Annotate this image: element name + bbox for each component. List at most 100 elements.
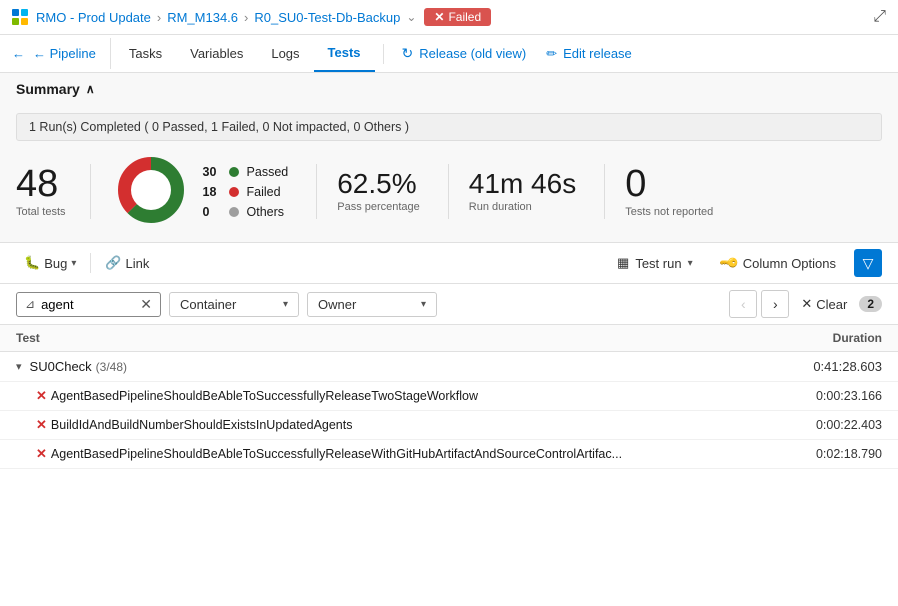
total-tests-number: 48 [16,165,66,203]
row-test-3: ✕ AgentBasedPipelineShouldBeAbleToSucces… [36,446,782,462]
run-duration-label: Run duration [469,201,576,213]
run-info-bar: 1 Run(s) Completed ( 0 Passed, 1 Failed,… [16,113,882,141]
owner-dropdown-icon: ▾ [421,299,426,310]
release-old-view-btn[interactable]: ↻ Release (old view) [392,37,537,70]
filter-nav: ‹ › ✕ Clear 2 [729,290,882,318]
legend-others-count: 0 [203,205,221,219]
group-toggle-icon[interactable]: ▾ [16,360,22,373]
row-duration-3: 0:02:18.790 [782,447,882,461]
table-header-row: Test Duration [0,325,898,352]
refresh-icon: ↻ [402,45,414,62]
filter-prev-btn[interactable]: ‹ [729,290,757,318]
not-reported-block: 0 Tests not reported [625,165,713,218]
link-label: Link [126,256,150,271]
owner-label: Owner [318,297,356,312]
not-reported-label: Tests not reported [625,206,713,218]
tab-tasks[interactable]: Tasks [115,36,176,71]
pipeline-back-btn[interactable]: ← ← Pipeline [12,38,111,69]
stats-row: 48 Total tests 30 Passed [16,155,882,228]
table-area: Test Duration ▾ SU0Check (3/48) 0:41:28.… [0,325,898,469]
table-group-row[interactable]: ▾ SU0Check (3/48) 0:41:28.603 [0,352,898,382]
nav-divider [383,44,384,64]
toolbar-divider-1 [90,253,91,273]
breadcrumb: RMO - Prod Update › RM_M134.6 › R0_SU0-T… [36,10,416,25]
test-run-label: Test run [635,256,681,271]
filter-count-badge: 2 [859,296,882,312]
toolbar-right: ▦ Test run ▾ 🔑 Column Options ▽ [607,249,882,277]
group-count: (3/48) [96,360,127,374]
bug-button[interactable]: 🐛 Bug ▾ [16,251,84,275]
container-dropdown[interactable]: Container ▾ [169,292,299,317]
clear-filter-btn[interactable]: ✕ Clear [793,292,855,316]
bug-icon: 🐛 [24,255,40,271]
link-button[interactable]: 🔗 Link [97,251,157,275]
summary-header[interactable]: Summary ∧ [0,73,898,105]
summary-body: 1 Run(s) Completed ( 0 Passed, 1 Failed,… [0,105,898,242]
stat-divider-2 [316,164,317,219]
search-clear-icon[interactable]: ✕ [140,296,152,313]
container-dropdown-icon: ▾ [283,299,288,310]
legend-failed: 18 Failed [203,185,289,199]
pass-pct-number: 62.5% [337,170,420,198]
test-name-3: AgentBasedPipelineShouldBeAbleToSuccessf… [51,447,622,461]
clear-x-icon: ✕ [801,296,812,312]
container-label: Container [180,297,236,312]
breadcrumb-stage[interactable]: R0_SU0-Test-Db-Backup [254,10,400,25]
clear-label: Clear [816,297,847,312]
expand-icon[interactable]: ⤢ [873,8,886,26]
table-row[interactable]: ✕ AgentBasedPipelineShouldBeAbleToSucces… [0,382,898,411]
row-test-2: ✕ BuildIdAndBuildNumberShouldExistsInUpd… [36,417,782,433]
not-reported-number: 0 [625,165,713,203]
test-run-dropdown-icon: ▾ [688,258,693,269]
total-tests-label: Total tests [16,206,66,218]
edit-release-btn[interactable]: ✏ Edit release [536,38,642,70]
stat-divider-3 [448,164,449,219]
chart-legend: 30 Passed 18 Failed 0 Others [203,165,289,219]
link-icon: 🔗 [105,255,121,271]
summary-collapse-icon: ∧ [86,82,95,96]
search-input[interactable] [41,297,134,312]
test-name-1: AgentBasedPipelineShouldBeAbleToSuccessf… [51,389,478,403]
donut-chart [111,155,191,228]
run-duration-number: 41m 46s [469,170,576,198]
breadcrumb-sep-2: › [244,10,248,25]
filter-active-button[interactable]: ▽ [854,249,882,277]
fail-icon-1: ✕ [36,388,47,404]
table-row[interactable]: ✕ AgentBasedPipelineShouldBeAbleToSucces… [0,440,898,469]
stat-divider-4 [604,164,605,219]
legend-failed-label: Failed [247,185,281,199]
bug-dropdown-icon: ▾ [71,258,76,269]
release-old-view-label: Release (old view) [419,46,526,61]
pass-pct-label: Pass percentage [337,201,420,213]
filter-icon: ▽ [863,255,874,272]
table-header-test: Test [16,331,782,345]
breadcrumb-dropdown-icon[interactable]: ⌄ [406,10,416,24]
table-row[interactable]: ✕ BuildIdAndBuildNumberShouldExistsInUpd… [0,411,898,440]
breadcrumb-release[interactable]: RM_M134.6 [167,10,238,25]
passed-dot [229,167,239,177]
others-dot [229,207,239,217]
legend-passed-count: 30 [203,165,221,179]
filter-row: ⊿ ✕ Container ▾ Owner ▾ ‹ › ✕ Clear 2 [0,284,898,325]
edit-release-label: Edit release [563,46,632,61]
owner-dropdown[interactable]: Owner ▾ [307,292,437,317]
row-test-1: ✕ AgentBasedPipelineShouldBeAbleToSucces… [36,388,782,404]
test-run-button[interactable]: ▦ Test run ▾ [607,251,703,275]
column-options-label: Column Options [743,256,836,271]
pass-pct-block: 62.5% Pass percentage [337,170,448,213]
failed-dot [229,187,239,197]
breadcrumb-project[interactable]: RMO - Prod Update [36,10,151,25]
app-logo [12,9,28,25]
legend-passed: 30 Passed [203,165,289,179]
tab-tests[interactable]: Tests [314,35,375,72]
tab-logs[interactable]: Logs [257,36,313,71]
filter-next-btn[interactable]: › [761,290,789,318]
fail-icon-3: ✕ [36,446,47,462]
group-name: SU0Check [30,359,92,374]
row-duration-2: 0:00:22.403 [782,418,882,432]
group-row-test: ▾ SU0Check (3/48) [16,359,782,374]
key-icon: 🔑 [717,252,740,275]
tab-variables[interactable]: Variables [176,36,257,71]
stat-divider-1 [90,164,91,219]
column-options-button[interactable]: 🔑 Column Options [711,251,846,275]
